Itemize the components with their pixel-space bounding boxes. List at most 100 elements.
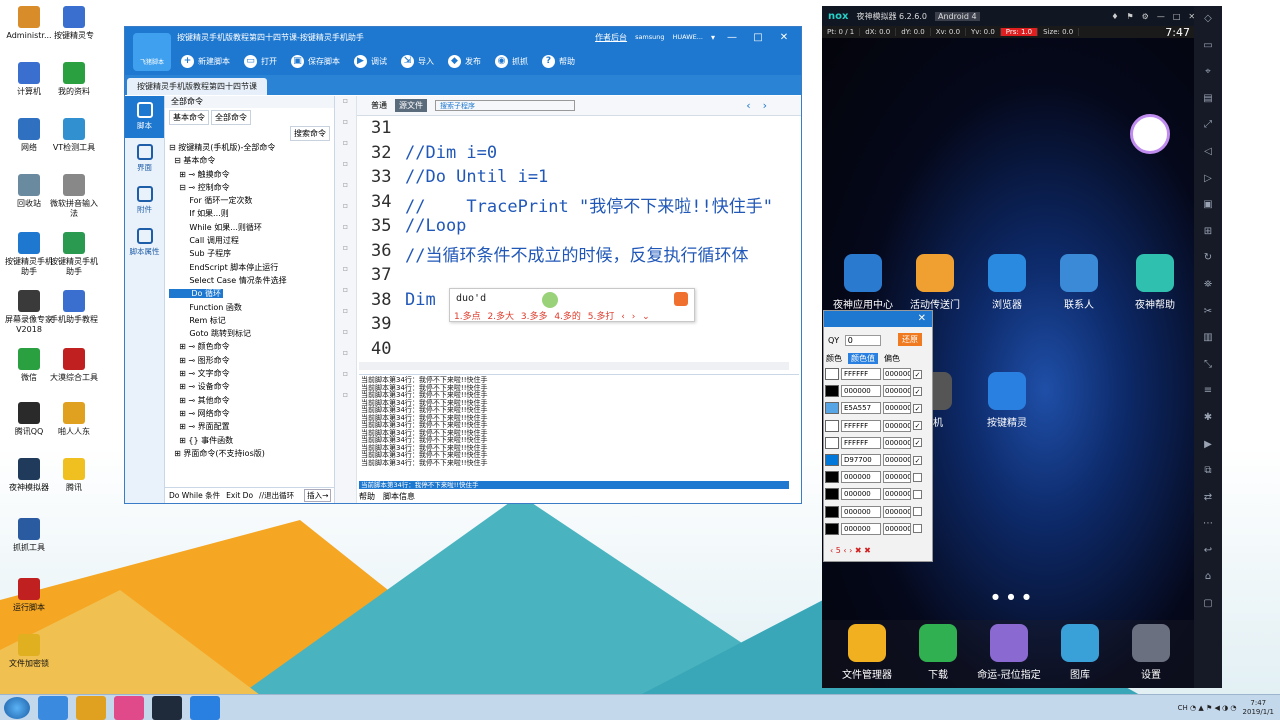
rail-item[interactable]: 附件 — [125, 180, 164, 222]
tree-node[interactable]: ⊞ ⊸ 文字命令 — [169, 368, 324, 381]
side-tool-icon[interactable]: ▫ — [335, 159, 356, 180]
dock-app[interactable]: 文件管理器 — [830, 624, 904, 681]
tray-icons[interactable]: CH ◔ ▲ ⚑ ◀ ◑ ◔ — [1178, 704, 1237, 712]
taskbar-baidu-netdisk-icon[interactable] — [38, 695, 68, 720]
emulator-tool-icon[interactable]: ⋯ — [1194, 511, 1222, 538]
emulator-control-icon[interactable]: — — [1157, 12, 1173, 21]
desktop-icon[interactable]: 微软拼音输入法 — [48, 174, 100, 219]
restore-button[interactable]: 还原 — [898, 333, 922, 346]
row-checkbox[interactable] — [913, 472, 922, 482]
emulator-control-icon[interactable]: ♦ — [1111, 12, 1126, 21]
side-tool-icon[interactable]: ▫ — [335, 306, 356, 327]
toolbar-button[interactable]: + 新建脚本 — [181, 54, 230, 68]
offset-field[interactable]: 000000 — [883, 454, 911, 466]
tree-node[interactable]: Sub 子程序 — [169, 248, 324, 261]
color-swatch[interactable] — [825, 419, 839, 432]
tree-node[interactable]: Do 循环 — [169, 288, 324, 301]
color-swatch[interactable] — [825, 522, 839, 535]
emulator-tool-icon[interactable]: ⤢ — [1194, 112, 1222, 139]
emulator-tool-icon[interactable]: ✂ — [1194, 299, 1222, 326]
side-tool-icon[interactable]: ▫ — [335, 180, 356, 201]
row-checkbox[interactable] — [913, 489, 922, 499]
tree-node[interactable]: Call 调用过程 — [169, 235, 324, 248]
dock-app[interactable]: 命运-冠位指定 — [972, 624, 1046, 681]
tree-node[interactable]: ⊞ 界面命令(不支持ios版) — [169, 448, 324, 461]
ime-candidate-box[interactable]: duo'd 1.多点 2.多大 3.多多 4.多的 5.多打 ‹ › ⌄ — [449, 288, 695, 322]
side-tool-icon[interactable]: ▫ — [335, 201, 356, 222]
row-checkbox[interactable] — [913, 507, 922, 517]
tree-node[interactable]: ⊞ ⊸ 网络命令 — [169, 408, 324, 421]
emulator-tool-icon[interactable]: ⛯ — [1194, 272, 1222, 299]
row-checkbox[interactable] — [913, 524, 922, 534]
tree-node[interactable]: ⊟ ⊸ 控制命令 — [169, 182, 324, 195]
author-backend-link[interactable]: 作者后台 — [595, 32, 627, 43]
emulator-tool-icon[interactable]: ◁ — [1194, 139, 1222, 166]
offset-field[interactable]: 000000 — [883, 368, 911, 380]
android-nav-icon[interactable]: ▢ — [1194, 591, 1222, 618]
tab-normal-view[interactable]: 普通 — [371, 100, 387, 111]
side-tool-icon[interactable]: ▫ — [335, 369, 356, 390]
color-swatch[interactable] — [825, 436, 839, 449]
tab-help[interactable]: 帮助 — [359, 491, 375, 503]
toolbar-button[interactable]: ▣ 保存脚本 — [291, 54, 340, 68]
close-button[interactable]: ✕ — [775, 32, 793, 43]
row-checkbox[interactable]: ✓ — [913, 386, 922, 396]
emulator-tool-icon[interactable]: ◇ — [1194, 6, 1222, 33]
desktop-icon[interactable]: 我的资料 — [48, 62, 100, 97]
color-hex-field[interactable]: FFFFFF — [841, 419, 881, 432]
emulator-control-icon[interactable]: ⚑ — [1126, 12, 1141, 21]
home-app[interactable]: 夜神帮助 — [1118, 254, 1192, 311]
desktop-icon[interactable]: 运行脚本 — [3, 578, 55, 613]
color-swatch[interactable] — [825, 368, 839, 380]
emulator-tool-icon[interactable]: ✱ — [1194, 405, 1222, 432]
color-swatch[interactable] — [825, 505, 839, 518]
tree-node[interactable]: Function 函数 — [169, 302, 324, 315]
toolbar-button[interactable]: ⇲ 导入 — [401, 54, 434, 68]
color-hex-field[interactable]: FFFFFF — [841, 436, 881, 449]
home-app[interactable]: 联系人 — [1042, 254, 1116, 311]
android-nav-icon[interactable]: ↩ — [1194, 538, 1222, 565]
dock-app[interactable]: 图库 — [1043, 624, 1117, 681]
nav-arrows-icon[interactable]: ‹› — [746, 99, 779, 112]
emulator-tool-icon[interactable]: ⌖ — [1194, 59, 1222, 86]
toolbar-button[interactable]: ◉ 抓抓 — [495, 54, 528, 68]
desktop-icon[interactable]: VT检测工具 — [48, 118, 100, 153]
subroutine-search[interactable]: 搜索子程序 — [435, 100, 575, 111]
picker-close-icon[interactable]: ✕ — [824, 311, 932, 327]
tree-node[interactable]: Goto 跳转到标记 — [169, 328, 324, 341]
row-checkbox[interactable]: ✓ — [913, 421, 922, 431]
android-nav-icon[interactable]: ⌂ — [1194, 564, 1222, 591]
emulator-control-icon[interactable]: ⚙ — [1142, 12, 1157, 21]
code-lines[interactable]: 31 32 //Dim i=0 33 //Do Until i=1 34 // TraceP… — [357, 116, 789, 362]
emulator-tool-icon[interactable]: ▥ — [1194, 325, 1222, 352]
emulator-control-icon[interactable]: □ — [1173, 12, 1189, 21]
insert-button[interactable]: 插入→ — [304, 489, 332, 502]
desktop-icon[interactable]: 手机助手教程 — [48, 290, 100, 325]
side-tool-icon[interactable]: ▫ — [335, 222, 356, 243]
desktop-icon[interactable]: 文件加密锁 — [3, 634, 55, 669]
toolbar-button[interactable]: ? 帮助 — [542, 54, 575, 68]
home-app[interactable]: 按键精灵 — [970, 372, 1044, 429]
tree-node[interactable]: ⊞ ⊸ 触摸命令 — [169, 169, 324, 182]
side-tool-icon[interactable]: ▫ — [335, 117, 356, 138]
row-checkbox[interactable]: ✓ — [913, 403, 922, 413]
color-hex-field[interactable]: E5A557 — [841, 402, 881, 415]
offset-field[interactable]: 000000 — [883, 471, 911, 484]
device-dropdown[interactable]: ▾ — [711, 33, 715, 42]
color-swatch[interactable] — [825, 385, 839, 398]
offset-field[interactable]: 000000 — [883, 436, 911, 449]
rail-item[interactable]: 脚本属性 — [125, 222, 164, 264]
side-tool-icon[interactable]: ▫ — [335, 96, 356, 117]
picker-footer[interactable]: ‹ 5 ‹ › ✖ ✖ — [830, 546, 871, 555]
tree-node[interactable]: ⊞ ⊸ 图形命令 — [169, 355, 324, 368]
minimize-button[interactable]: — — [723, 32, 741, 43]
color-hex-field[interactable]: 000000 — [841, 488, 881, 501]
offset-field[interactable]: 000000 — [883, 522, 911, 535]
color-swatch[interactable] — [825, 454, 839, 466]
home-app[interactable]: 夜神应用中心 — [826, 254, 900, 311]
tree-node[interactable]: ⊞ ⊸ 设备命令 — [169, 381, 324, 394]
toolbar-button[interactable]: ▶ 调试 — [354, 54, 387, 68]
row-checkbox[interactable]: ✓ — [913, 369, 922, 379]
tree-node[interactable]: ⊟ 基本命令 — [169, 155, 324, 168]
color-swatch[interactable] — [825, 488, 839, 501]
